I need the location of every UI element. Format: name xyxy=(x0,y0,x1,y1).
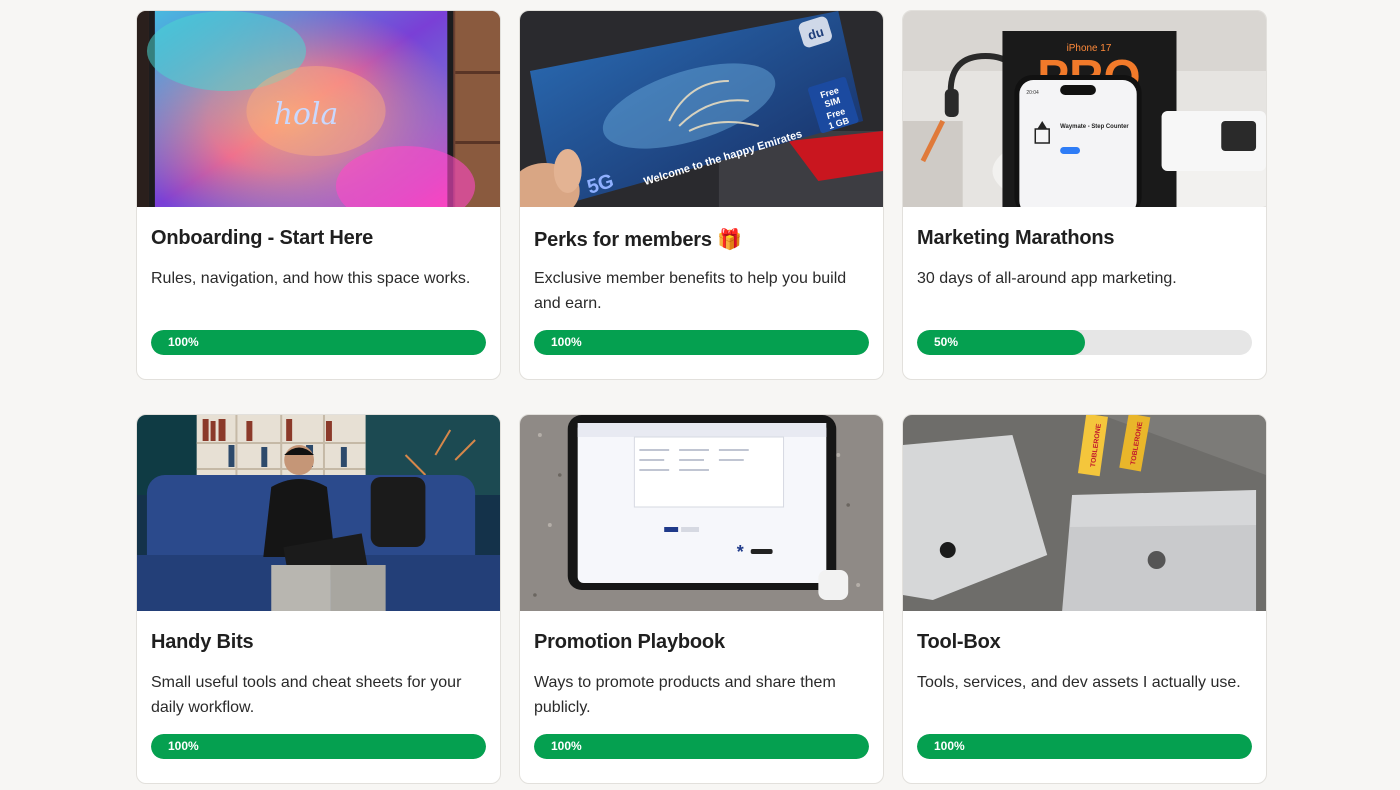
svg-text:*: * xyxy=(737,542,744,562)
progress-bar: 100% xyxy=(534,734,869,759)
course-card-handy-bits[interactable]: Handy Bits Small useful tools and cheat … xyxy=(136,414,501,784)
progress-fill xyxy=(151,330,486,355)
course-card-tool-box[interactable]: TOBLERONE TOBLERONE Tool-Box Tools, serv… xyxy=(902,414,1267,784)
progress-bar: 100% xyxy=(151,330,486,355)
course-thumbnail xyxy=(137,415,500,611)
progress-bar: 100% xyxy=(534,330,869,355)
progress-fill xyxy=(151,734,486,759)
progress-bar: 100% xyxy=(151,734,486,759)
course-title: Tool-Box xyxy=(917,631,1001,653)
svg-text:Waymate - Step Counter: Waymate - Step Counter xyxy=(1060,124,1129,130)
progress-label: 100% xyxy=(551,335,582,349)
progress-bar: 50% xyxy=(917,330,1252,355)
course-description: 30 days of all-around app marketing. xyxy=(917,270,1177,287)
course-title: Perks for members 🎁 xyxy=(534,229,742,251)
progress-label: 100% xyxy=(168,335,199,349)
course-thumbnail: * xyxy=(520,415,883,611)
course-title: Onboarding - Start Here xyxy=(151,227,374,249)
progress-label: 50% xyxy=(934,335,959,349)
course-description: Ways to promote products and share them … xyxy=(534,674,836,716)
course-card-promotion-playbook[interactable]: * Promotion Playbook Ways to promote pro… xyxy=(519,414,884,784)
course-description: Rules, navigation, and how this space wo… xyxy=(151,270,471,287)
course-card-marketing-marathons[interactable]: iPhone 17 PRO 20:04 Waymate - Step Count… xyxy=(902,10,1267,380)
course-title: Handy Bits xyxy=(151,631,254,653)
course-thumbnail: iPhone 17 PRO 20:04 Waymate - Step Count… xyxy=(903,11,1266,207)
progress-label: 100% xyxy=(934,739,965,753)
course-description: Tools, services, and dev assets I actual… xyxy=(917,674,1241,691)
course-description: Exclusive member benefits to help you bu… xyxy=(534,270,847,312)
progress-bar: 100% xyxy=(917,734,1252,759)
course-grid: hola Onboarding - Start Here Rules, navi… xyxy=(136,10,1267,784)
course-thumbnail: TOBLERONE TOBLERONE xyxy=(903,415,1266,611)
progress-fill xyxy=(534,330,869,355)
progress-fill xyxy=(917,734,1252,759)
progress-label: 100% xyxy=(168,739,199,753)
course-description: Small useful tools and cheat sheets for … xyxy=(151,674,462,716)
hola-text: hola xyxy=(274,97,338,132)
course-card-onboarding[interactable]: hola Onboarding - Start Here Rules, navi… xyxy=(136,10,501,380)
progress-fill xyxy=(534,734,869,759)
course-title: Marketing Marathons xyxy=(917,227,1115,249)
course-title: Promotion Playbook xyxy=(534,631,725,653)
svg-text:20:04: 20:04 xyxy=(1026,90,1039,96)
course-card-perks[interactable]: du Free SIM Free 1 GB Welcome to the hap… xyxy=(519,10,884,380)
course-thumbnail: hola xyxy=(137,11,500,207)
progress-label: 100% xyxy=(551,739,582,753)
course-thumbnail: du Free SIM Free 1 GB Welcome to the hap… xyxy=(520,11,883,207)
